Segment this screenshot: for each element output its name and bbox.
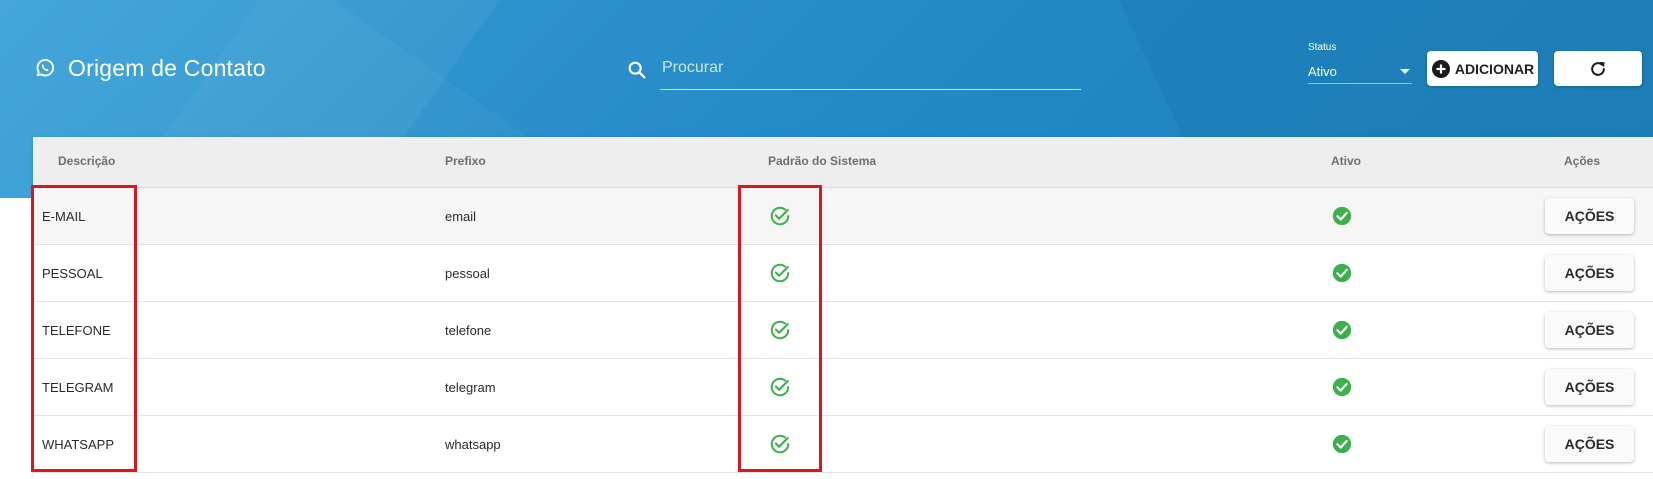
actions-button[interactable]: AÇÕES (1545, 426, 1634, 462)
page-title: Origem de Contato (34, 48, 266, 88)
outline-check-circle-icon (769, 302, 791, 358)
cell-prefixo: telefone (445, 322, 492, 338)
outline-check-circle-icon (769, 245, 791, 301)
actions-button[interactable]: AÇÕES (1545, 312, 1634, 348)
status-dropdown[interactable]: Ativo (1308, 59, 1412, 84)
table-row[interactable]: TELEFONE telefone AÇÕES (33, 302, 1653, 359)
add-button[interactable]: ADICIONAR (1427, 51, 1538, 86)
status-value: Ativo (1308, 63, 1337, 79)
cell-prefixo: pessoal (445, 265, 490, 281)
cell-descricao: WHATSAPP (42, 436, 114, 452)
check-circle-icon (1331, 245, 1353, 301)
check-circle-icon (1331, 359, 1353, 415)
status-select[interactable]: Status Ativo (1308, 40, 1412, 84)
cell-descricao: TELEFONE (42, 322, 111, 338)
refresh-icon (1588, 59, 1608, 79)
whatsapp-icon (34, 57, 56, 79)
check-circle-icon (1331, 188, 1353, 244)
cell-descricao: TELEGRAM (42, 379, 114, 395)
actions-button[interactable]: AÇÕES (1545, 198, 1634, 234)
search-box (626, 50, 1081, 90)
table-header: Descrição Prefixo Padrão do Sistema Ativ… (33, 137, 1653, 188)
column-header-prefixo: Prefixo (445, 154, 486, 168)
page-title-text: Origem de Contato (68, 54, 266, 81)
status-label: Status (1308, 42, 1337, 53)
data-table: Descrição Prefixo Padrão do Sistema Ativ… (33, 137, 1653, 479)
actions-button[interactable]: AÇÕES (1545, 255, 1634, 291)
column-header-acoes: Ações (1564, 154, 1601, 168)
cell-descricao: PESSOAL (42, 265, 103, 281)
refresh-button[interactable] (1554, 51, 1642, 86)
column-header-ativo: Ativo (1331, 154, 1361, 168)
add-button-label: ADICIONAR (1454, 60, 1535, 77)
actions-button[interactable]: AÇÕES (1545, 369, 1634, 405)
cell-prefixo: email (445, 208, 477, 224)
search-input[interactable] (660, 50, 1081, 90)
table-row[interactable]: PESSOAL pessoal AÇÕES (33, 245, 1653, 302)
search-icon (626, 59, 648, 81)
table-row[interactable]: E-MAIL email AÇÕES (33, 188, 1653, 245)
outline-check-circle-icon (769, 188, 791, 244)
column-header-padrao: Padrão do Sistema (768, 154, 877, 168)
cell-prefixo: telegram (445, 379, 496, 395)
check-circle-icon (1331, 302, 1353, 358)
cell-prefixo: whatsapp (445, 436, 501, 452)
table-row[interactable]: WHATSAPP whatsapp AÇÕES (33, 416, 1653, 473)
column-header-descricao: Descrição (58, 154, 116, 168)
caret-down-icon (1400, 68, 1410, 74)
table-row[interactable]: TELEGRAM telegram AÇÕES (33, 359, 1653, 416)
plus-circle-icon (1431, 59, 1451, 79)
outline-check-circle-icon (769, 416, 791, 472)
check-circle-icon (1331, 416, 1353, 472)
outline-check-circle-icon (769, 359, 791, 415)
cell-descricao: E-MAIL (42, 208, 86, 224)
